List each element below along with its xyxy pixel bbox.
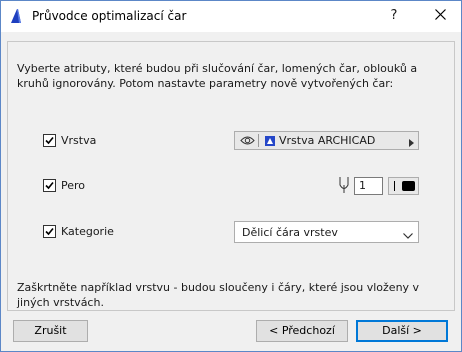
checkmark-icon [45,136,54,145]
pen-label: Pero [61,179,86,192]
archicad-logo-icon [8,8,24,24]
layer-icon [264,135,276,150]
pen-checkbox[interactable] [43,179,56,192]
layer-value: Vrstva ARCHICAD [279,134,376,147]
cancel-button[interactable]: Zrušit [13,320,88,342]
pen-icon [338,176,350,197]
triangle-right-icon [409,137,414,150]
close-button[interactable] [425,4,455,28]
pen-color-swatch [402,181,415,191]
checkmark-icon [45,227,54,236]
category-checkbox[interactable] [43,225,56,238]
intro-text: Vyberte atributy, které budou při slučov… [17,62,418,90]
layer-checkbox[interactable] [43,134,56,147]
previous-button[interactable]: < Předchozí [256,320,348,342]
divider [258,134,259,147]
category-dropdown[interactable]: Dělicí čára vrstev [234,221,419,243]
window-title: Průvodce optimalizací čar [32,9,187,23]
pen-number-input[interactable]: 1 [354,177,383,195]
title-bar[interactable]: Průvodce optimalizací čar ? [1,1,461,32]
help-button[interactable]: ? [379,4,409,28]
layer-label: Vrstva [61,134,97,147]
chevron-down-icon [403,229,413,242]
hint-text: Zaškrtněte například vrstvu - budou slou… [17,281,420,309]
pen-weight-marker [394,181,395,191]
next-button[interactable]: Další > [356,320,448,342]
dialog-window: Průvodce optimalizací čar ? Vyberte atri… [0,0,462,352]
layer-selector[interactable]: Vrstva ARCHICAD [234,131,419,150]
category-value: Dělicí čára vrstev [242,226,338,239]
eye-icon [240,135,255,149]
pen-swatch-button[interactable] [388,177,419,195]
category-label: Kategorie [61,225,114,238]
close-icon [434,9,446,23]
checkmark-icon [45,181,54,190]
